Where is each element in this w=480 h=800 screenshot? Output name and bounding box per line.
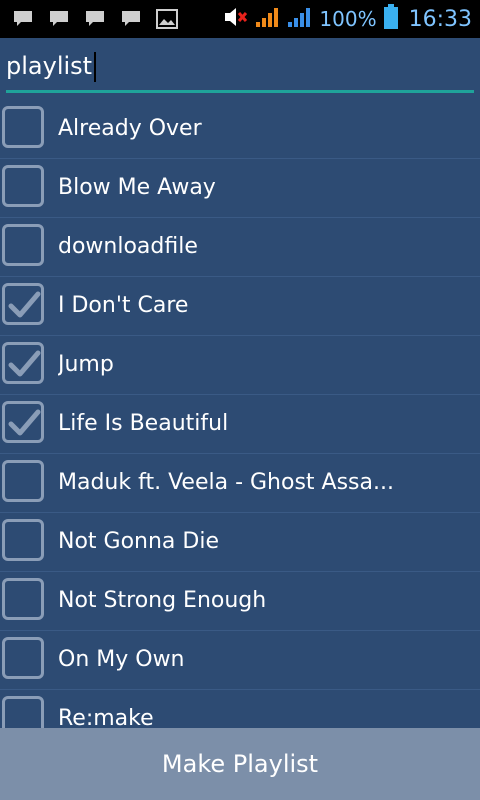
checkbox[interactable] [2,696,44,728]
checkmark-icon [8,350,41,377]
checkbox[interactable] [2,165,44,207]
signal-blue-icon [287,6,313,32]
search-field[interactable] [6,40,474,94]
search-input[interactable] [6,46,474,86]
checkbox[interactable] [2,578,44,620]
checkbox-checked[interactable] [2,342,44,384]
checkmark-icon [8,409,41,436]
list-item[interactable]: I Don't Care [0,277,480,336]
status-icons: 100% 16:33 [223,0,472,38]
image-icon [154,8,180,30]
song-title: Re:make [58,706,154,728]
list-item[interactable]: Jump [0,336,480,395]
notification-area [10,0,180,38]
checkmark-icon [8,291,41,318]
song-title: Not Gonna Die [58,529,219,554]
song-title: On My Own [58,647,185,672]
song-list[interactable]: Already Over Blow Me Away downloadfile I Do… [0,100,480,728]
list-item[interactable]: Maduk ft. Veela - Ghost Assa... [0,454,480,513]
chat-icon [10,8,36,30]
checkbox-checked[interactable] [2,401,44,443]
song-title: Already Over [58,116,202,141]
song-title: Blow Me Away [58,175,216,200]
make-playlist-button[interactable]: Make Playlist [0,728,480,800]
song-title: Jump [58,352,114,377]
list-item[interactable]: Not Gonna Die [0,513,480,572]
text-caret [94,52,96,82]
search-underline [6,90,474,93]
list-item[interactable]: Already Over [0,100,480,159]
checkbox-checked[interactable] [2,283,44,325]
song-title: Not Strong Enough [58,588,267,613]
chat-icon [82,8,108,30]
chat-icon [46,8,72,30]
list-item[interactable]: On My Own [0,631,480,690]
list-item[interactable]: Not Strong Enough [0,572,480,631]
checkbox[interactable] [2,106,44,148]
checkbox[interactable] [2,637,44,679]
status-bar: 100% 16:33 [0,0,480,38]
song-title: I Don't Care [58,293,189,318]
battery-percent: 100% [319,7,377,31]
checkbox[interactable] [2,224,44,266]
list-item[interactable]: Blow Me Away [0,159,480,218]
checkbox[interactable] [2,460,44,502]
song-title: Life Is Beautiful [58,411,229,436]
muted-speaker-icon [223,6,249,32]
signal-orange-icon [255,6,281,32]
checkbox[interactable] [2,519,44,561]
list-item[interactable]: Re:make [0,690,480,728]
list-item[interactable]: Life Is Beautiful [0,395,480,454]
list-item[interactable]: downloadfile [0,218,480,277]
song-title: Maduk ft. Veela - Ghost Assa... [58,470,394,495]
battery-icon [383,4,399,34]
chat-icon [118,8,144,30]
song-title: downloadfile [58,234,198,259]
clock: 16:33 [408,6,472,32]
